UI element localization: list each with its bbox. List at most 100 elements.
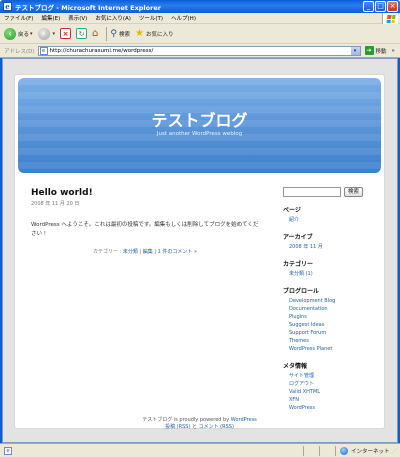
widget-link[interactable]: Plugins [289,313,378,321]
toolbar-separator [106,26,108,41]
widget-link[interactable]: Development Blog [289,297,378,305]
footer-wordpress-link[interactable]: WordPress [231,417,257,423]
post-title[interactable]: Hello world! [31,188,271,198]
forward-dropdown-icon[interactable]: ▾ [53,31,56,37]
links-chevron[interactable]: » [392,48,395,54]
sidebar-search: 検索 [283,187,378,197]
comments-rss-link[interactable]: コメント (RSS) [199,424,234,430]
category-label: カテゴリー : [92,249,122,255]
go-button[interactable]: ➔ 移動 [364,46,387,55]
widget-title: アーカイブ [283,234,313,241]
favorites-label: お気に入り [145,31,174,38]
widget-categories: カテゴリー 未分類 (1) [283,259,378,278]
search-button[interactable]: ⚲ 検索 [110,29,130,39]
page-background: テストブログ Just another WordPress weblog Hel… [3,59,397,442]
sidebar-search-input[interactable] [283,187,341,197]
back-label: 戻る [18,31,30,38]
blog-description: Just another WordPress weblog [156,131,243,137]
category-link[interactable]: 未分類 [123,249,138,255]
stop-button[interactable]: × [60,28,72,39]
menu-edit[interactable]: 編集(E) [41,14,60,22]
footer-powered-line: テストブログ is proudly powered by WordPress [15,417,384,424]
status-text-area: e [4,445,304,456]
widget-title: カテゴリー [283,261,314,268]
resize-grip-icon[interactable]: ⋰ [391,448,399,456]
footer-and: と [191,424,197,430]
post-date: 2008 年 11 月 20 日 [31,201,80,207]
widget-link[interactable]: Valid XHTML [289,388,378,396]
title-bar: e テストブログ - Microsoft Internet Explorer _… [0,0,400,13]
search-label: 検索 [119,31,131,38]
address-bar: アドレス(D) e http://churachurasumi.me/wordp… [0,44,400,58]
menu-file[interactable]: ファイル(F) [4,14,33,22]
minimize-button[interactable]: _ [363,1,374,12]
search-icon: ⚲ [110,28,117,39]
widget-link[interactable]: Suggest Ideas [289,321,378,329]
favorites-button[interactable]: ★ お気に入り [135,28,173,39]
blog-footer: テストブログ is proudly powered by WordPress 投… [15,417,384,431]
menu-favorites[interactable]: お気に入り(A) [95,14,131,22]
menu-tools[interactable]: ツール(T) [139,14,163,22]
close-button[interactable]: × [387,1,398,12]
widget-meta: メタ情報 サイト管理 ログアウト Valid XHTML XFN WordPre… [283,361,378,412]
ie-app-icon: e [3,2,12,11]
widget-link[interactable]: Support Forum [289,329,378,337]
menu-bar: ファイル(F) 編集(E) 表示(V) お気に入り(A) ツール(T) ヘルプ(… [0,13,400,24]
toolbar: ‹ 戻る ▾ › ▾ × ↻ ⌂ ⚲ 検索 ★ お気に入り [0,24,400,44]
back-dropdown-icon[interactable]: ▾ [30,31,33,37]
blog-page: テストブログ Just another WordPress weblog Hel… [14,74,385,431]
globe-icon [340,446,348,455]
blog-header: テストブログ Just another WordPress weblog [18,78,381,173]
meta-separator: | [139,249,142,255]
home-button[interactable]: ⌂ [92,28,98,39]
refresh-icon: ↻ [76,28,88,39]
status-cell [304,445,320,456]
address-label: アドレス(D) [4,48,35,55]
page-icon: e [39,46,48,55]
widget-link[interactable]: 2008 年 11 月 [289,243,378,251]
footer-rss-line: 投稿 (RSS) と コメント (RSS) [15,424,384,431]
edit-link[interactable]: 編集 [143,249,153,255]
widget-link[interactable]: サイト管理 [289,372,378,380]
widget-link[interactable]: WordPress [289,404,378,412]
back-button[interactable]: ‹ 戻る ▾ [4,27,33,40]
widget-link[interactable]: XFN [289,396,378,404]
page-status-icon: e [4,446,12,455]
go-label: 移動 [375,48,387,55]
forward-button[interactable]: › ▾ [37,27,56,40]
sidebar: 検索 ページ 紹介 アーカイブ 2008 年 11 月 カテゴリー 未分類 (1… [283,187,378,412]
windows-logo-icon [382,13,398,24]
widget-title: ページ [283,207,301,214]
post: Hello world! 2008 年 11 月 20 日 WordPress … [31,188,271,255]
menu-help[interactable]: ヘルプ(H) [171,14,196,22]
widget-link[interactable]: Documentation [289,305,378,313]
forward-arrow-icon: › [37,27,50,40]
widget-link[interactable]: WordPress Planet [289,345,378,353]
window-title: テストブログ - Microsoft Internet Explorer [15,3,161,12]
refresh-button[interactable]: ↻ [76,28,88,39]
widget-blogroll: ブログロール Development Blog Documentation Pl… [283,286,378,353]
menu-view[interactable]: 表示(V) [68,14,87,22]
back-arrow-icon: ‹ [4,27,16,40]
blog-title[interactable]: テストブログ [18,107,381,131]
address-url: http://churachurasumi.me/wordpress/ [49,47,154,54]
widget-link[interactable]: 未分類 (1) [289,270,378,278]
status-bar: e インターネット ⋰ [0,443,400,457]
entries-rss-link[interactable]: 投稿 (RSS) [165,424,190,430]
maximize-button[interactable]: □ [375,1,386,12]
post-meta: カテゴリー : 未分類 | 編集 | 1 件のコメント » [31,248,259,255]
widget-link[interactable]: 紹介 [289,216,378,224]
browser-viewport: テストブログ Just another WordPress weblog Hel… [2,58,398,443]
widget-link[interactable]: Themes [289,337,378,345]
widget-link[interactable]: ログアウト [289,380,378,388]
go-arrow-icon: ➔ [364,46,374,55]
widget-archives: アーカイブ 2008 年 11 月 [283,232,378,251]
meta-separator: | [154,249,157,255]
widget-pages: ページ 紹介 [283,205,378,224]
star-icon: ★ [135,28,144,39]
address-dropdown-icon[interactable]: ▾ [350,46,360,55]
comments-link[interactable]: 1 件のコメント » [158,249,197,255]
post-body: WordPress へようこそ。これは最初の投稿です。編集もしくは削除してブログ… [31,222,259,237]
address-input[interactable]: e http://churachurasumi.me/wordpress/ ▾ [37,45,361,56]
sidebar-search-button[interactable]: 検索 [344,187,364,197]
